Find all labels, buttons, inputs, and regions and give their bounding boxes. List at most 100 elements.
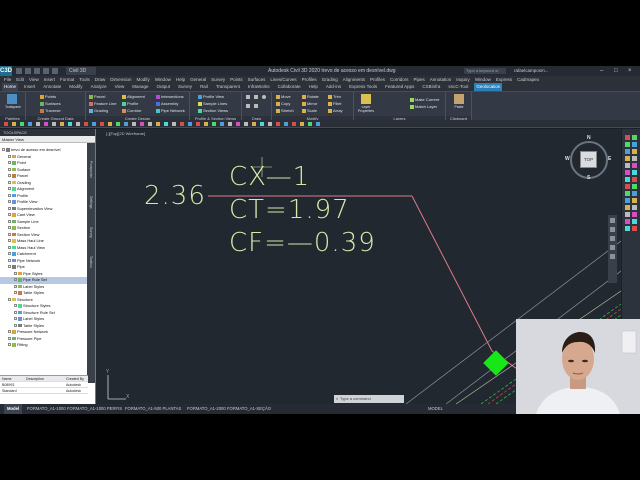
tab-survey[interactable]: Survey	[176, 83, 194, 91]
expand-icon[interactable]	[14, 278, 17, 282]
road-edge-line[interactable]	[411, 195, 493, 352]
expand-icon[interactable]	[8, 226, 11, 230]
sample-lines-button[interactable]: Sample Lines	[198, 101, 227, 106]
search-input[interactable]: Type a keyword or phrase	[464, 68, 506, 79]
feature-line-button[interactable]: Feature Line	[89, 101, 116, 106]
column-header[interactable]: Created By	[64, 376, 88, 381]
toolbar-icon[interactable]	[52, 122, 56, 126]
north-label[interactable]: N	[587, 135, 591, 141]
tab-layout[interactable]: FORMATO_A1-2000	[184, 404, 229, 414]
column-header[interactable]: Description	[24, 376, 64, 381]
tab-prospector[interactable]: Prospector	[89, 161, 93, 178]
toolbar-icon[interactable]	[188, 122, 192, 126]
palette-tool-icon[interactable]	[625, 184, 630, 189]
profile-button[interactable]: Profile	[122, 101, 138, 106]
expand-icon[interactable]	[8, 245, 11, 249]
save-icon[interactable]	[34, 68, 40, 74]
toolbar-icon[interactable]	[28, 122, 32, 126]
new-icon[interactable]	[16, 68, 22, 74]
palette-tool-icon[interactable]	[632, 163, 637, 168]
menu-item[interactable]: Pipes	[414, 77, 425, 82]
palette-tool-icon[interactable]	[625, 219, 630, 224]
menu-item[interactable]: Insert	[44, 77, 55, 82]
arc-icon[interactable]	[246, 104, 250, 108]
expand-icon[interactable]	[8, 174, 11, 178]
tab-featured-apps[interactable]: Featured Apps	[383, 83, 416, 91]
collapse-icon[interactable]	[8, 265, 11, 269]
tab-annotate[interactable]: Annotate	[41, 83, 63, 91]
layer-properties-button[interactable]: Layer Properties	[357, 93, 375, 115]
cx-label[interactable]: CX—1	[229, 162, 310, 192]
move-button[interactable]: Move	[276, 94, 291, 99]
menu-item[interactable]: Alignments	[343, 77, 365, 82]
toolbar-icon[interactable]	[148, 122, 152, 126]
menu-item[interactable]: Grading	[322, 77, 338, 82]
tab-layout[interactable]: FORMATO_A1-1000 PERFIS	[64, 404, 125, 414]
toolbar-icon[interactable]	[116, 122, 120, 126]
toolbar-icon[interactable]	[36, 122, 40, 126]
tab-toolbox[interactable]: Toolbox	[89, 256, 93, 268]
toolbar-icon[interactable]	[212, 122, 216, 126]
parcel-button[interactable]: Parcel	[89, 94, 105, 99]
stretch-button[interactable]: Stretch	[276, 108, 294, 113]
toolbar-icon[interactable]	[4, 122, 8, 126]
toolbar-icon[interactable]	[124, 122, 128, 126]
tab-layout[interactable]: FORMATO_A1-500 PLANTAS	[122, 404, 184, 414]
expand-icon[interactable]	[14, 323, 17, 327]
expand-icon[interactable]	[8, 154, 11, 158]
menu-item[interactable]: Survey	[211, 77, 225, 82]
palette-tool-icon[interactable]	[632, 226, 637, 231]
pan-icon[interactable]	[610, 227, 615, 232]
showmotion-icon[interactable]	[610, 254, 615, 259]
copy-button[interactable]: Copy	[276, 101, 290, 106]
menu-item[interactable]: Format	[60, 77, 74, 82]
menu-item[interactable]: General	[190, 77, 206, 82]
east-label[interactable]: E	[608, 156, 611, 162]
user-account[interactable]: rafaelcamposm...	[514, 66, 549, 76]
expand-icon[interactable]	[14, 304, 17, 308]
fillet-button[interactable]: Fillet	[328, 101, 341, 106]
palette-tool-icon[interactable]	[632, 198, 637, 203]
palette-tool-icon[interactable]	[632, 142, 637, 147]
palette-tool-icon[interactable]	[632, 177, 637, 182]
palette-tool-icon[interactable]	[625, 226, 630, 231]
palette-tool-icon[interactable]	[625, 149, 630, 154]
toolbar-icon[interactable]	[140, 122, 144, 126]
pipe-network-button[interactable]: Pipe Network	[156, 108, 185, 113]
viewport-controls[interactable]: [-][Top][2D Wireframe]	[106, 131, 145, 136]
undo-icon[interactable]	[43, 68, 49, 74]
line-icon[interactable]	[246, 95, 250, 99]
toolbar-icon[interactable]	[260, 122, 264, 126]
circle-icon[interactable]	[262, 95, 266, 99]
assembly-button[interactable]: Assembly	[156, 101, 178, 106]
toolbar-icon[interactable]	[180, 122, 184, 126]
column-header[interactable]: Name	[0, 376, 24, 381]
toolbar-icon[interactable]	[300, 122, 304, 126]
menu-item[interactable]: Corridors	[390, 77, 409, 82]
palette-tool-icon[interactable]	[625, 205, 630, 210]
expand-icon[interactable]	[8, 336, 11, 340]
toolbar-icon[interactable]	[284, 122, 288, 126]
toolbar-icon[interactable]	[316, 122, 320, 126]
rotate-button[interactable]: Rotate	[302, 94, 319, 99]
toolbar-icon[interactable]	[268, 122, 272, 126]
expand-icon[interactable]	[14, 291, 17, 295]
paste-button[interactable]: Paste	[452, 93, 466, 115]
tab-sncc-tool[interactable]: sncC-Tool	[446, 83, 470, 91]
trim-button[interactable]: Trim	[328, 94, 341, 99]
orbit-icon[interactable]	[610, 245, 615, 250]
status-model[interactable]: MODEL	[428, 404, 443, 414]
menu-item[interactable]: Edit	[16, 77, 24, 82]
menu-item[interactable]: Annotation	[430, 77, 452, 82]
toolbar-icon[interactable]	[60, 122, 64, 126]
traverse-button[interactable]: Traverse	[40, 108, 61, 113]
corridor-button[interactable]: Corridor	[122, 108, 141, 113]
expand-icon[interactable]	[8, 167, 11, 171]
array-button[interactable]: Array	[328, 108, 343, 113]
tab-layout[interactable]: FORMATO_A1-SEÇÃO	[224, 404, 274, 414]
palette-tool-icon[interactable]	[632, 191, 637, 196]
alignment-button[interactable]: Alignment	[122, 94, 145, 99]
open-icon[interactable]	[25, 68, 31, 74]
tab-output[interactable]: Output	[155, 83, 173, 91]
menu-item[interactable]: Window	[155, 77, 171, 82]
